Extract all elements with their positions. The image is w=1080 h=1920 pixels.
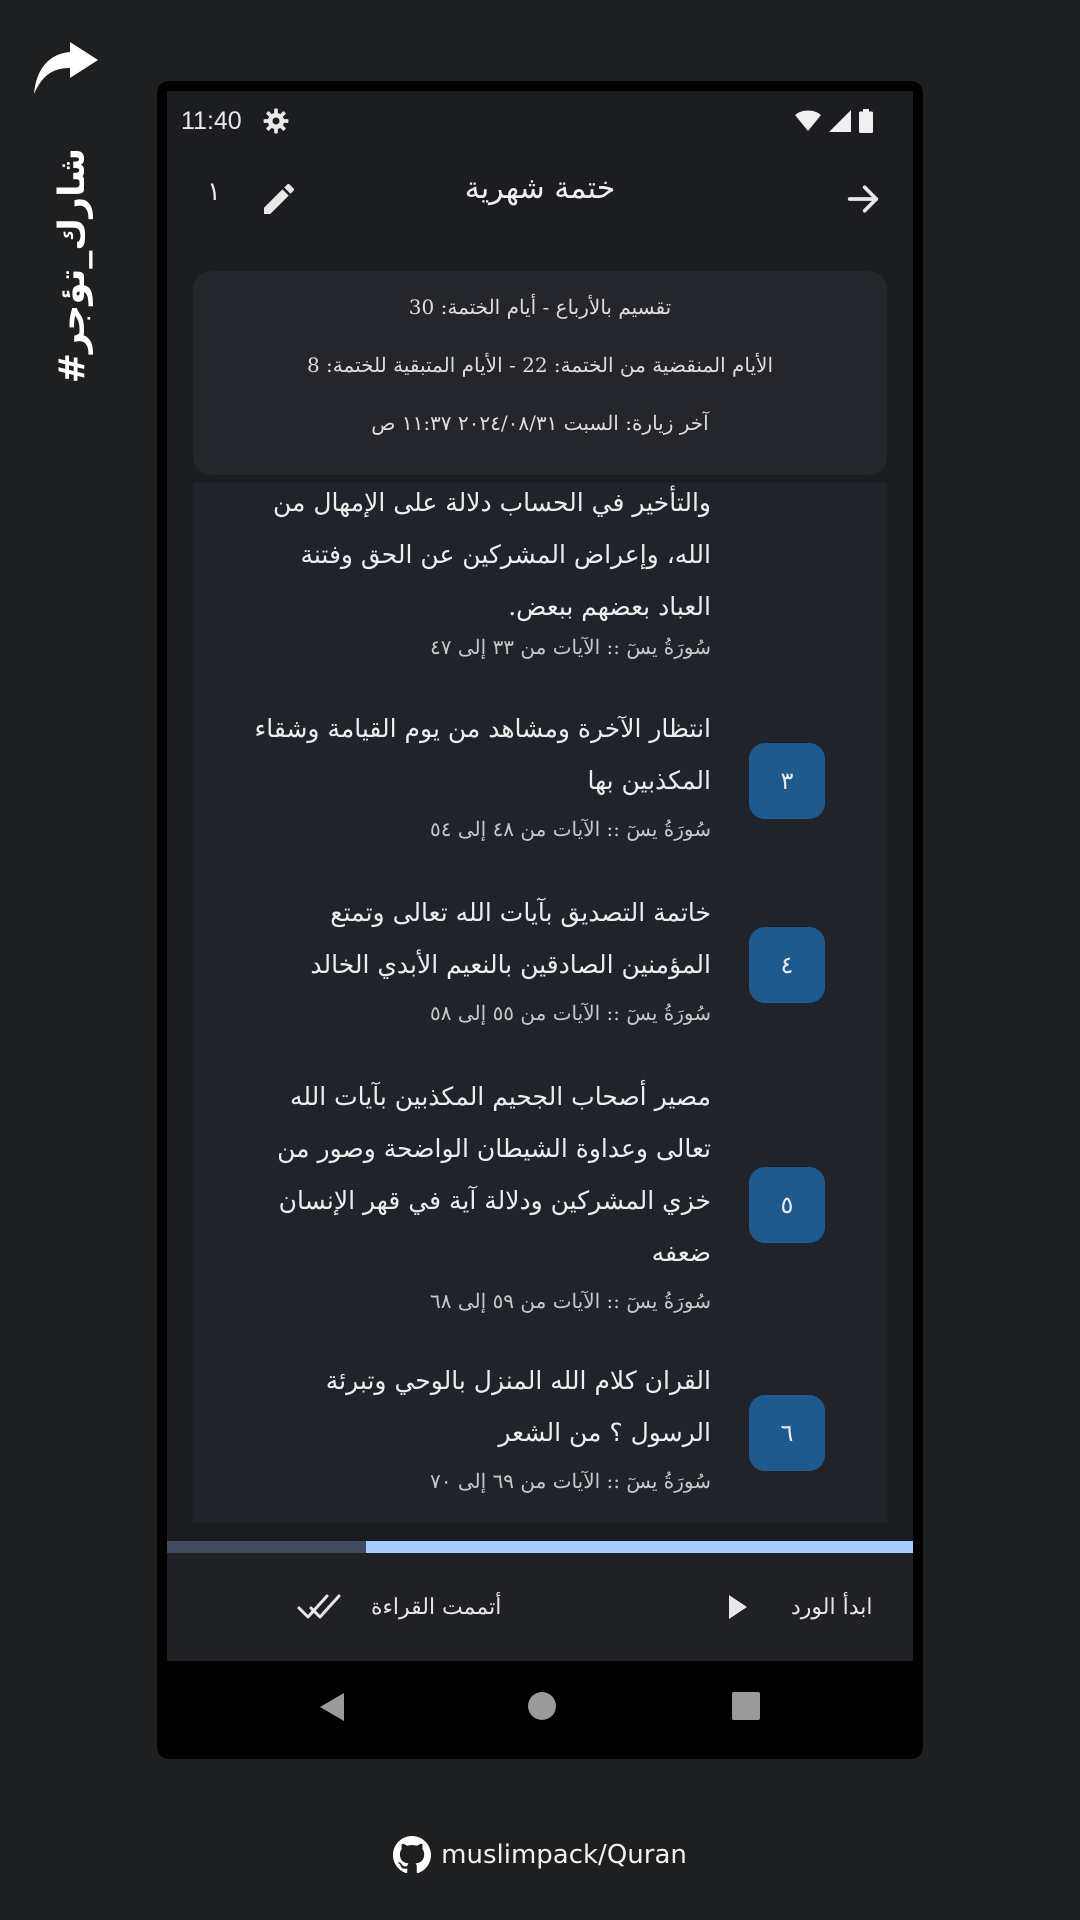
item-description: انتظار الآخرة ومشاهد من يوم القيامة وشقا… [254, 714, 711, 795]
mark-done-label: أتممت القراءة [371, 1594, 502, 1620]
info-last-visit: آخر زيارة: السبت ٢٠٢٤/٠٨/٣١ ١١:٣٧ ص [371, 411, 709, 435]
list-item[interactable]: انتظار الآخرة ومشاهد من يوم القيامة وشقا… [193, 709, 887, 849]
list-item[interactable]: مصير أصحاب الجحيم المكذبين بآيات الله تع… [193, 1077, 887, 1327]
list-item[interactable]: القران كلام الله المنزل بالوحي وتبرئة ال… [193, 1361, 887, 1511]
item-number-badge: ٦ [749, 1395, 825, 1471]
bottom-actions: أتممت القراءة ابدأ الورد [167, 1553, 913, 1661]
phone-frame: 11:40 ١ ختمة شهرية تقسيم بالأرباع - أيام… [157, 81, 923, 1759]
app-bar: ١ ختمة شهرية [167, 151, 913, 261]
page-title: ختمة شهرية [464, 171, 616, 206]
app-screen: 11:40 ١ ختمة شهرية تقسيم بالأرباع - أيام… [167, 91, 913, 1661]
start-wird-button[interactable]: ابدأ الورد [727, 1587, 873, 1627]
progress-completed [167, 1541, 367, 1553]
item-number-badge: ٣ [749, 743, 825, 819]
item-description: القران كلام الله المنزل بالوحي وتبرئة ال… [325, 1366, 711, 1447]
github-icon [393, 1836, 432, 1874]
item-description: مصير أصحاب الجحيم المكذبين بآيات الله تع… [277, 1082, 711, 1267]
back-arrow-icon[interactable] [843, 179, 883, 219]
item-number-badge: ٥ [749, 1167, 825, 1243]
signal-icon [829, 110, 851, 132]
khatma-info-card: تقسيم بالأرباع - أيام الختمة: 30 الأيام … [193, 271, 887, 475]
list-item[interactable]: والتأخير في الحساب دلالة على الإمهال من … [193, 483, 887, 673]
double-check-icon [297, 1594, 341, 1619]
start-wird-label: ابدأ الورد [791, 1594, 873, 1620]
khatma-progress-bar [167, 1541, 913, 1553]
item-ayah-range: سُورَةُ يسٓ :: الآيات من ٤٨ إلى ٥٤ [430, 817, 711, 841]
system-icons [795, 109, 873, 133]
wird-list[interactable]: والتأخير في الحساب دلالة على الإمهال من … [193, 483, 887, 1523]
share-banner: #شارك_تؤجر [22, 38, 102, 383]
footer: muslimpack/Quran [0, 1836, 1080, 1874]
footer-repo-link[interactable]: muslimpack/Quran [441, 1840, 687, 1870]
info-division-days: تقسيم بالأرباع - أيام الختمة: 30 [408, 295, 672, 319]
play-icon [729, 1595, 747, 1619]
nav-recents-icon[interactable] [732, 1692, 760, 1720]
item-ayah-range: سُورَةُ يسٓ :: الآيات من ٥٩ إلى ٦٨ [430, 1289, 711, 1313]
settings-gear-icon [263, 108, 289, 134]
share-hashtag: #شارك_تؤجر [52, 148, 93, 384]
info-days-elapsed-remaining: الأيام المنقضية من الختمة: 22 - الأيام ا… [306, 353, 774, 377]
wifi-icon [795, 110, 821, 131]
status-time: 11:40 [181, 107, 242, 135]
status-bar: 11:40 [167, 91, 913, 151]
nav-back-icon[interactable] [318, 1691, 346, 1723]
item-description: خاتمة التصديق بآيات الله تعالى وتمتع الم… [310, 898, 711, 979]
share-arrow-icon [34, 42, 98, 94]
item-ayah-range: سُورَةُ يسٓ :: الآيات من ٦٩ إلى ٧٠ [430, 1469, 711, 1493]
system-nav-bar [167, 1661, 913, 1751]
item-number-badge: ٤ [749, 927, 825, 1003]
list-item[interactable]: خاتمة التصديق بآيات الله تعالى وتمتع الم… [193, 893, 887, 1033]
item-ayah-range: سُورَةُ يسٓ :: الآيات من ٥٥ إلى ٥٨ [430, 1001, 711, 1025]
item-description: والتأخير في الحساب دلالة على الإمهال من … [273, 488, 711, 621]
item-ayah-range: سُورَةُ يسٓ :: الآيات من ٣٣ إلى ٤٧ [430, 635, 711, 659]
nav-home-icon[interactable] [527, 1691, 557, 1721]
mark-done-button[interactable]: أتممت القراءة [297, 1587, 501, 1627]
battery-icon [859, 109, 873, 133]
